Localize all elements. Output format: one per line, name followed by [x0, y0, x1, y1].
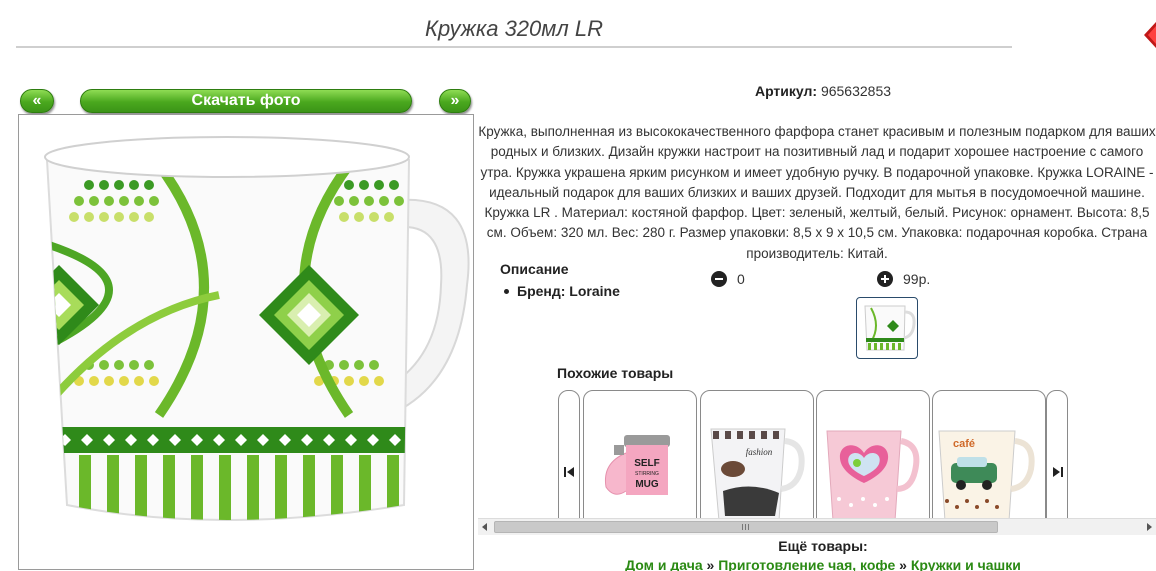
plus-circle-icon[interactable]	[877, 271, 893, 287]
more-products-heading: Ещё товары:	[778, 538, 868, 554]
similar-carousel[interactable]: SELF STIRRING MUG fashion café	[480, 386, 1156, 520]
brand-value: Loraine	[569, 283, 620, 299]
brand-label: Бренд:	[517, 283, 566, 299]
next-photo-button[interactable]: »	[439, 89, 471, 113]
similar-item-text: SELF	[634, 458, 660, 469]
scrollbar-thumb[interactable]	[494, 521, 998, 533]
similar-item-text: café	[953, 438, 975, 450]
horizontal-scrollbar[interactable]	[478, 518, 1156, 535]
similar-item-text: STIRRING	[635, 471, 659, 477]
close-icon[interactable]	[1140, 22, 1156, 48]
prev-photo-button[interactable]: «	[20, 89, 54, 113]
brand-spec: Бренд: Loraine	[500, 283, 620, 299]
bullet-icon	[504, 288, 509, 294]
title-divider	[16, 46, 1012, 48]
breadcrumb-separator: »	[899, 557, 907, 571]
scroll-left-icon[interactable]	[482, 523, 487, 531]
breadcrumb-tea-coffee[interactable]: Приготовление чая, кофе	[718, 557, 895, 571]
article-label: Артикул:	[754, 83, 818, 99]
breadcrumb: Дом и дача » Приготовление чая, кофе » К…	[478, 557, 1156, 571]
carousel-prev-button[interactable]	[558, 390, 580, 520]
grip-icon	[742, 524, 749, 530]
breadcrumb-separator: »	[706, 557, 715, 571]
similar-item[interactable]: SELF STIRRING MUG	[583, 390, 697, 520]
mug-thumbnail-image	[864, 305, 916, 351]
skip-prev-icon	[564, 467, 574, 477]
dislike-count: 0	[737, 271, 745, 287]
mug-cafe-car-image: café	[938, 430, 1035, 520]
specs-heading: Описание	[500, 261, 569, 277]
mug-image	[44, 136, 470, 521]
product-description: Кружка, выполненная из высококачественно…	[478, 124, 1156, 261]
mug-pink-self-stirring-image: SELF STIRRING MUG	[604, 435, 670, 495]
photo-thumbnail[interactable]	[856, 297, 918, 359]
similar-heading: Похожие товары	[557, 365, 674, 381]
article-value: 965632853	[820, 83, 892, 99]
page-title: Кружка 320мл LR	[424, 16, 604, 41]
breadcrumb-mugs-cups[interactable]: Кружки и чашки	[911, 557, 1021, 571]
article-number: Артикул: 965632853	[478, 83, 1156, 99]
similar-item[interactable]: café	[932, 390, 1046, 520]
similar-item[interactable]	[816, 390, 930, 520]
breadcrumb-home-garden[interactable]: Дом и дача	[625, 557, 703, 571]
mug-fashion-image: fashion	[710, 428, 805, 520]
similar-item-text: MUG	[635, 479, 659, 490]
product-photo[interactable]	[18, 114, 474, 570]
similar-item[interactable]: fashion	[700, 390, 814, 520]
similar-item-text: fashion	[746, 447, 773, 457]
mug-heart-image	[826, 430, 920, 520]
price-value: 99р.	[903, 271, 931, 287]
skip-next-icon	[1053, 467, 1063, 477]
scroll-right-icon[interactable]	[1147, 523, 1152, 531]
carousel-next-button[interactable]	[1046, 390, 1068, 520]
minus-circle-icon[interactable]	[711, 271, 727, 287]
download-photo-button[interactable]: Скачать фото	[80, 89, 412, 113]
